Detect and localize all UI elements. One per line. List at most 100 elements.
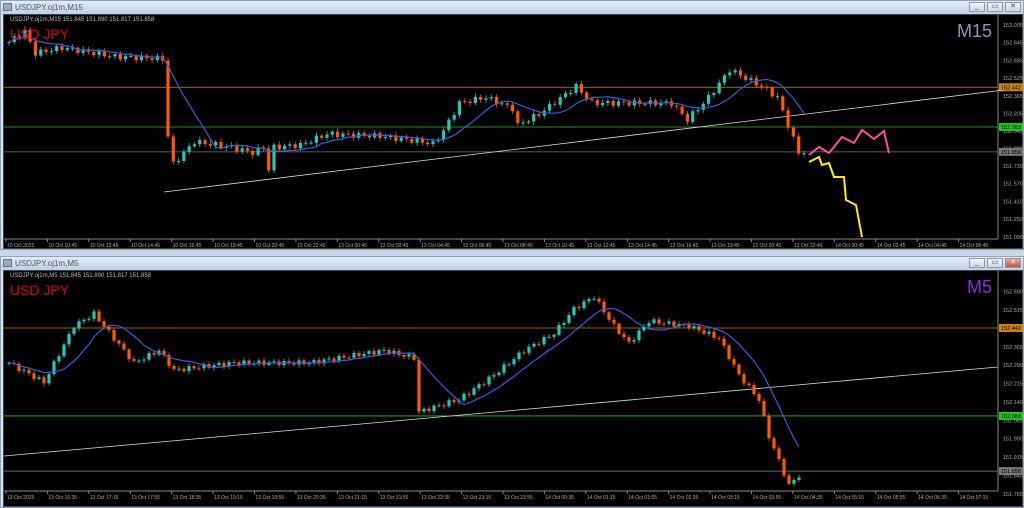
time-tick-label: 13 Oct 08:45 (504, 243, 533, 249)
candle-body (697, 326, 701, 331)
trendline[interactable] (4, 366, 999, 457)
time-tick-label: 13 Oct 04:45 (421, 243, 450, 249)
candle-body (463, 101, 467, 103)
candle-body (172, 365, 176, 369)
close-button[interactable]: ✕ (1005, 258, 1021, 268)
candle-body (426, 142, 430, 145)
close-button[interactable]: ✕ (1005, 2, 1021, 12)
candle-body (232, 361, 236, 363)
candle-body (117, 340, 121, 344)
candle-body (457, 101, 462, 115)
price-tick-label: 152.215 (1003, 382, 1023, 388)
candle-body (592, 298, 596, 300)
candle-body (222, 362, 226, 367)
candle-body (572, 307, 576, 316)
price-tick-label: 151.570 (1003, 182, 1023, 188)
chart-area[interactable]: 153.005 152.845 152.685 152.525 152.365 152.2… (3, 14, 1023, 249)
candle-body (442, 130, 446, 140)
candle-body (712, 93, 716, 95)
time-tick-label: 14 Oct 02:35 (670, 495, 699, 501)
candle-body (122, 343, 126, 350)
candle-body (155, 55, 159, 61)
candle-body (208, 144, 212, 146)
titlebar: USDJPY.oj1m,M5 _ ▭ ✕ (1, 257, 1023, 270)
candle-body (696, 109, 700, 112)
candle-body (177, 368, 181, 370)
trendline[interactable] (163, 89, 1005, 193)
minimize-button[interactable]: _ (969, 258, 985, 268)
candle-body (415, 138, 419, 143)
candle-body (712, 331, 716, 338)
candle-body (770, 87, 774, 97)
price-tick-label: 151.090 (1003, 235, 1023, 241)
candle-body (802, 153, 806, 155)
candle-body (722, 338, 726, 346)
time-tick-label: 13 Oct 23:15 (463, 495, 492, 501)
restore-button[interactable]: ▭ (987, 2, 1003, 12)
candle-body (137, 360, 141, 362)
candle-body (182, 151, 186, 161)
candle-body (787, 475, 791, 484)
time-tick-label: 13 Oct 20:35 (297, 495, 326, 501)
candle-body (517, 352, 521, 360)
candle-body (462, 393, 466, 401)
candle-body (587, 299, 591, 302)
candle-body (487, 376, 491, 385)
chart-area[interactable]: 152.590 152.515 152.365 152.290 152.215 152.1… (3, 270, 1023, 507)
candle-body (332, 358, 336, 362)
candle-body (402, 355, 406, 357)
candle-body (127, 349, 131, 360)
candle-body (792, 479, 796, 484)
time-tick-label: 10 Oct 10:45 (48, 243, 77, 249)
window-title: USDJPY.oj1m,M15 (15, 3, 83, 12)
candle-body (772, 438, 776, 449)
window-title: USDJPY.oj1m,M5 (15, 259, 79, 268)
candle-body (489, 97, 493, 99)
time-tick-label: 13 Oct 10:45 (545, 243, 574, 249)
candle-body (102, 321, 106, 327)
candle-body (685, 113, 689, 122)
minimize-button[interactable]: _ (969, 2, 985, 12)
candle-body (44, 49, 48, 53)
candle-body (537, 114, 541, 116)
candle-body (437, 405, 441, 407)
candle-body (616, 101, 621, 106)
price-tick-label: 152.590 (1003, 290, 1023, 296)
time-tick-label: 10 Oct 12:45 (90, 243, 119, 249)
candle-body (65, 48, 69, 51)
candle-body (722, 75, 727, 83)
candle-body (346, 133, 350, 135)
level-price-label: 152.083 (1001, 414, 1021, 420)
time-tick-label: 14 Oct 03:15 (711, 495, 740, 501)
candle-body (62, 344, 66, 357)
candle-body (132, 359, 136, 361)
candle-body (97, 311, 101, 322)
candle-body (737, 364, 741, 375)
candle-body (637, 330, 641, 341)
level-price-label: 152.083 (1001, 125, 1021, 131)
candle-body (187, 146, 191, 152)
candle-body (142, 359, 146, 361)
restore-button[interactable]: ▭ (987, 258, 1003, 268)
price-tick-label: 152.685 (1003, 58, 1023, 64)
time-tick-label: 13 Oct 00:45 (338, 243, 367, 249)
candle-body (447, 400, 451, 407)
candle-body (691, 111, 695, 122)
candle-body (407, 354, 411, 357)
time-tick-label: 14 Oct 04:35 (794, 495, 823, 501)
candle-body (452, 114, 456, 120)
candle-body (72, 328, 76, 334)
candle-body (617, 323, 621, 334)
candle-body (32, 373, 36, 379)
price-tick-label: 151.765 (1003, 492, 1023, 498)
time-tick-label: 13 Oct 2025 (7, 495, 34, 501)
candle-body (672, 321, 676, 327)
candle-body (557, 324, 561, 335)
time-tick-label: 13 Oct 17:15 (90, 495, 119, 501)
candle-body (582, 301, 586, 309)
candle-body (113, 54, 117, 57)
candle-body (781, 96, 785, 111)
candle-body (108, 56, 112, 58)
candle-body (611, 100, 615, 106)
candle-body (500, 103, 504, 105)
